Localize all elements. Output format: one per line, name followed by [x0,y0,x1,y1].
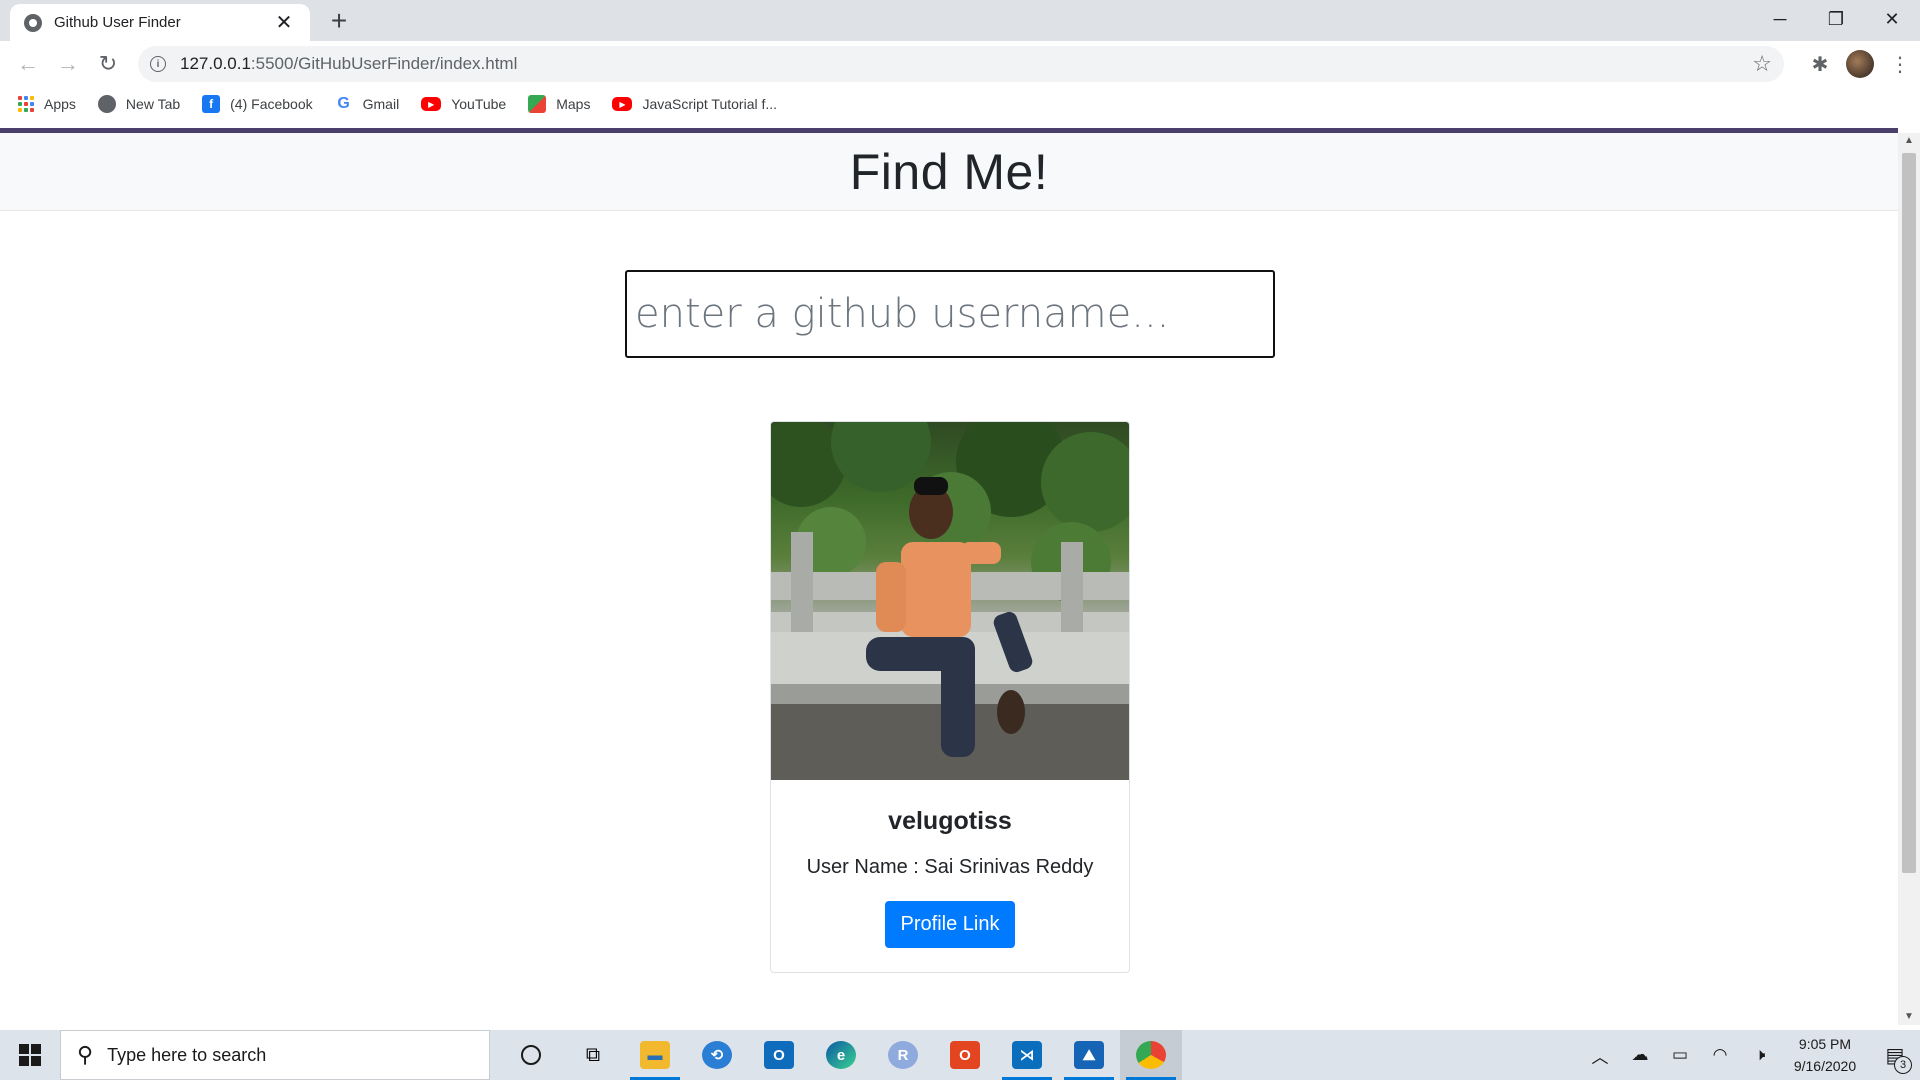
page-scrollbar[interactable]: ▲ ▼ [1898,133,1920,1025]
close-window-button[interactable]: ✕ [1864,0,1920,38]
globe-icon [97,95,116,113]
maps-icon [528,95,547,113]
bookmark-label: New Tab [125,96,181,112]
search-icon: ⚲ [77,1042,94,1067]
user-login: velugotiss [888,807,1012,835]
volume-muted-icon[interactable]: 🕨 [1740,1045,1780,1065]
facebook-icon: f [202,95,221,113]
onedrive-cloud-icon[interactable]: ☁ [1620,1045,1660,1065]
extensions-puzzle-icon[interactable]: ✱ [1800,44,1840,84]
photos-icon[interactable]: ⛰ [1058,1030,1120,1080]
web-page: Find Me! enter a github username... velu… [0,128,1898,1025]
clock-time: 9:05 PM [1798,1036,1852,1052]
bookmark-label: (4) Facebook [230,96,313,112]
user-avatar-photo [771,422,1129,780]
notification-count-badge: 3 [1894,1055,1912,1074]
browser-toolbar: ← → ↻ i 127.0.0.1:5500/GitHubUserFinder/… [0,41,1920,87]
clock-date: 9/16/2020 [1793,1058,1857,1074]
bookmark-label: JavaScript Tutorial f... [642,96,778,112]
card-body: velugotiss User Name : Sai Srinivas Redd… [771,807,1129,948]
bookmarks-bar: Apps New Tab f (4) Facebook G Gmail ▶ Yo… [0,87,1920,121]
taskbar-apps: ⧉ ▬ ⟲ O e R O ⋊ ⛰ [500,1030,1182,1080]
bookmark-star-icon[interactable]: ☆ [1752,51,1772,77]
office-icon[interactable]: O [934,1030,996,1080]
edge-icon[interactable]: e [810,1030,872,1080]
windows-logo-icon [19,1044,41,1066]
globe-icon [24,13,42,32]
site-info-icon[interactable]: i [150,56,166,72]
username-search-input[interactable] [625,270,1275,358]
bookmark-js-tutorial[interactable]: ▶ JavaScript Tutorial f... [612,96,777,112]
taskbar-search-box[interactable]: ⚲ Type here to search [60,1030,490,1080]
edge-legacy-icon[interactable]: ⟲ [686,1030,748,1080]
new-tab-button[interactable]: + [324,6,354,36]
system-tray: ︿ ☁ ▭ ◠ 🕨 9:05 PM 9/16/2020 ▤ 3 [1580,1030,1920,1080]
outlook-icon[interactable]: O [748,1030,810,1080]
menu-kebab-icon[interactable]: ⋮ [1880,44,1920,84]
window-controls: ─ ❐ ✕ [1752,0,1920,41]
r-app-icon[interactable]: R [872,1030,934,1080]
profile-link-button[interactable]: Profile Link [884,901,1016,948]
page-header: Find Me! [0,133,1898,211]
bookmark-label: Gmail [362,96,400,112]
reload-icon[interactable]: ↻ [88,44,128,84]
chevron-up-icon[interactable]: ︿ [1580,1043,1620,1068]
bookmark-maps[interactable]: Maps [528,95,590,113]
address-bar[interactable]: i 127.0.0.1:5500/GitHubUserFinder/index.… [138,46,1784,82]
bookmark-new-tab[interactable]: New Tab [97,95,181,113]
bookmark-gmail[interactable]: G Gmail [334,95,400,113]
youtube-icon: ▶ [612,97,633,111]
cortana-icon[interactable] [500,1030,562,1080]
bookmark-label: Maps [556,96,591,112]
bookmark-label: YouTube [451,96,507,112]
tab-title: Github User Finder [54,14,181,31]
action-center-icon[interactable]: ▤ 3 [1870,1043,1920,1074]
back-arrow-icon[interactable]: ← [8,44,48,84]
battery-icon[interactable]: ▭ [1660,1045,1700,1065]
file-explorer-icon[interactable]: ▬ [624,1030,686,1080]
bookmark-label: Apps [44,96,76,112]
bookmark-youtube[interactable]: ▶ YouTube [421,96,506,112]
youtube-icon: ▶ [421,97,442,111]
taskbar-search-placeholder: Type here to search [107,1044,267,1065]
url-host: 127.0.0.1 [180,54,251,73]
vscode-icon[interactable]: ⋊ [996,1030,1058,1080]
close-tab-icon[interactable]: ✕ [272,13,296,33]
forward-arrow-icon[interactable]: → [48,44,88,84]
windows-taskbar: ⚲ Type here to search ⧉ ▬ ⟲ O e R O ⋊ ⛰ … [0,1030,1920,1080]
user-full-name: User Name : Sai Srinivas Reddy [806,856,1094,878]
task-view-icon[interactable]: ⧉ [562,1030,624,1080]
minimize-button[interactable]: ─ [1752,0,1808,38]
restore-button[interactable]: ❐ [1808,0,1864,38]
taskbar-clock[interactable]: 9:05 PM 9/16/2020 [1780,1033,1870,1077]
url-text: 127.0.0.1:5500/GitHubUserFinder/index.ht… [180,54,517,74]
scroll-down-arrow-icon[interactable]: ▼ [1898,1009,1920,1025]
user-card: velugotiss User Name : Sai Srinivas Redd… [770,421,1130,973]
profile-avatar[interactable] [1840,44,1880,84]
apps-grid-icon [18,96,34,112]
scroll-up-arrow-icon[interactable]: ▲ [1898,133,1920,149]
google-icon: G [334,95,353,113]
browser-tab-strip: Github User Finder ✕ + ─ ❐ ✕ [0,0,1920,41]
avatar-photo-drawing [771,422,1129,780]
start-button[interactable] [0,1030,60,1080]
page-title: Find Me! [849,143,1049,200]
url-path: :5500/GitHubUserFinder/index.html [250,54,518,73]
bookmark-apps[interactable]: Apps [18,96,76,112]
scroll-thumb[interactable] [1902,153,1916,873]
toolbar-right: ✱ ⋮ [1800,44,1920,84]
wifi-icon[interactable]: ◠ [1700,1045,1740,1065]
browser-tab[interactable]: Github User Finder ✕ [10,4,310,41]
bookmark-facebook[interactable]: f (4) Facebook [202,95,313,113]
chrome-icon[interactable] [1120,1030,1182,1080]
